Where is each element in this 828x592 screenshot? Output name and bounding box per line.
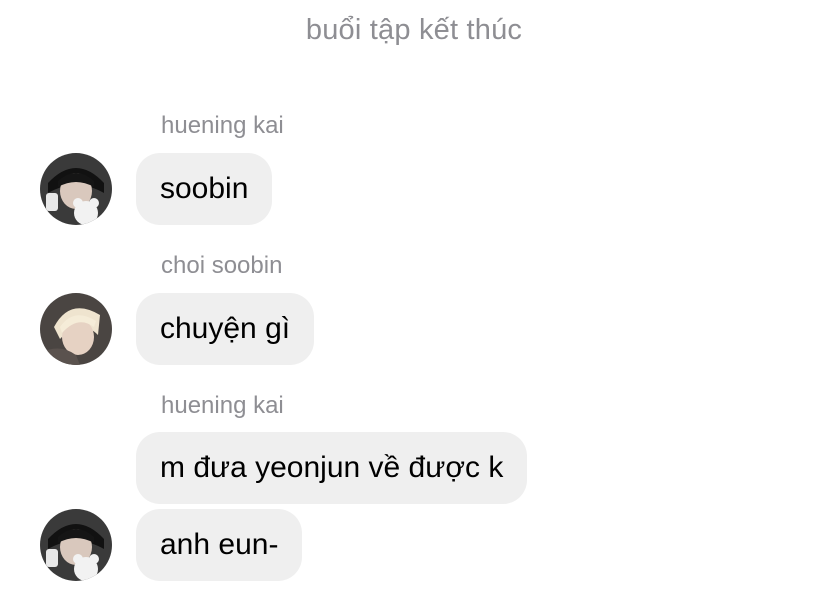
message-text: soobin: [160, 172, 249, 205]
sender-name: huening kai: [161, 112, 284, 139]
message-text: chuyện gì: [160, 312, 291, 345]
message-bubble[interactable]: anh eun-: [136, 509, 303, 581]
message-bubble[interactable]: m đưa yeonjun về được k: [136, 432, 528, 504]
message-text: m đưa yeonjun về được k: [160, 451, 504, 484]
avatar-huening-kai[interactable]: [40, 509, 112, 581]
system-message: buổi tập kết thúc: [305, 14, 523, 46]
avatar-image: [40, 509, 112, 581]
avatar-huening-kai[interactable]: [40, 153, 112, 225]
avatar-image: [40, 293, 112, 365]
sender-name: choi soobin: [161, 252, 283, 279]
sender-name: huening kai: [161, 392, 284, 419]
avatar-choi-soobin[interactable]: [40, 293, 112, 365]
avatar-image: [40, 153, 112, 225]
message-bubble[interactable]: chuyện gì: [136, 293, 315, 365]
message-bubble[interactable]: soobin: [136, 153, 273, 225]
message-text: anh eun-: [160, 528, 279, 561]
